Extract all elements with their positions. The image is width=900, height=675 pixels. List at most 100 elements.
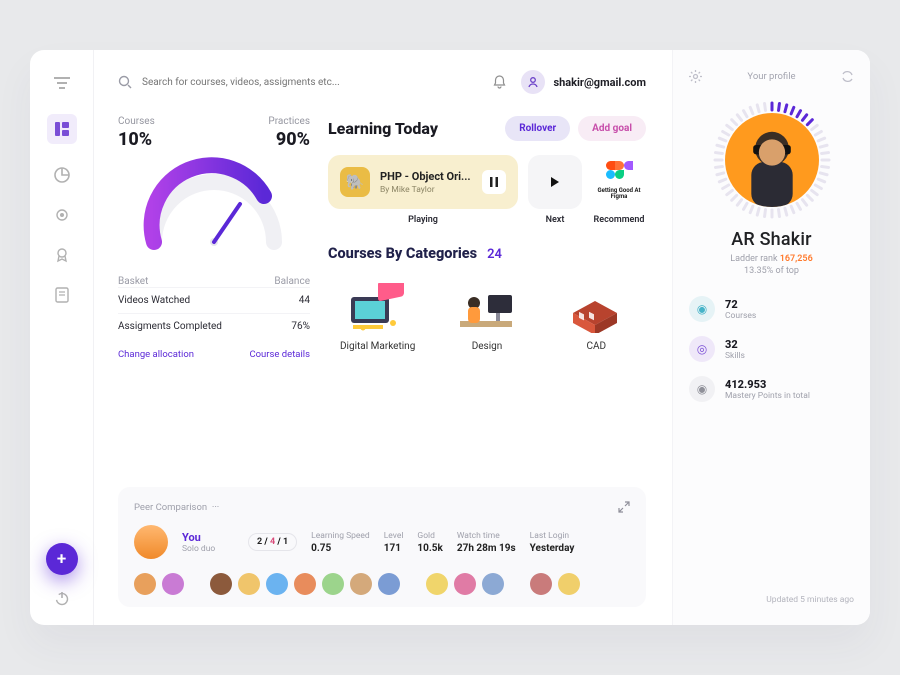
stat-value: Yesterday <box>530 543 575 554</box>
profile-stat-mastery: ◉ 412.953Mastery Points in total <box>689 376 854 402</box>
category-illustration <box>336 280 419 335</box>
stat-label: Watch time <box>457 531 516 541</box>
profile-avatar <box>725 113 819 207</box>
nav-focus[interactable] <box>53 206 71 224</box>
play-icon <box>551 177 559 187</box>
balance-label: Balance <box>274 276 310 287</box>
record-chip: 2 / 4 / 1 <box>248 533 297 551</box>
profile-avatar-ring <box>713 101 831 219</box>
nav-dashboard[interactable] <box>47 114 77 144</box>
playing-status: Playing <box>328 215 518 225</box>
peer-avatar[interactable] <box>210 573 232 595</box>
user-email: shakir@gmail.com <box>553 76 646 89</box>
dot-icon: ◉ <box>689 376 715 402</box>
learning-today-title: Learning Today <box>328 119 438 138</box>
power-icon[interactable] <box>53 589 71 607</box>
peer-more-icon[interactable]: ··· <box>212 502 219 513</box>
peer-avatars <box>134 573 630 595</box>
stat-label: Gold <box>417 531 442 541</box>
recommend-card[interactable]: Getting Good At Figma <box>592 155 646 201</box>
peer-avatar[interactable] <box>558 573 580 595</box>
peer-avatar[interactable] <box>530 573 552 595</box>
stat-label: Last Login <box>530 531 575 541</box>
search-icon <box>118 75 132 89</box>
category-illustration <box>445 280 528 335</box>
stat-value: 10.5k <box>417 543 442 554</box>
courses-label: Courses <box>118 116 155 127</box>
stat-label: Skills <box>725 351 745 361</box>
stat-label: Assigments Completed <box>118 321 222 332</box>
stat-value: 76% <box>291 321 310 332</box>
recommend-status: Recommend <box>592 215 646 225</box>
cat-icon: ◉ <box>689 296 715 322</box>
pause-button[interactable] <box>482 170 506 194</box>
you-sub: Solo duo <box>182 544 234 554</box>
peer-avatar[interactable] <box>322 573 344 595</box>
peer-avatar[interactable] <box>350 573 372 595</box>
nav-archive[interactable] <box>53 286 71 304</box>
notifications-button[interactable] <box>487 70 511 94</box>
stat-value: 44 <box>299 295 310 306</box>
category-card-cad[interactable]: CAD <box>547 272 646 360</box>
playing-author: By Mike Taylor <box>380 185 472 195</box>
search-input[interactable] <box>142 77 477 88</box>
user-chip[interactable]: shakir@gmail.com <box>521 70 646 94</box>
stat-value: 412.953 <box>725 378 810 391</box>
peer-avatar[interactable] <box>482 573 504 595</box>
nav-analytics[interactable] <box>53 166 71 184</box>
peer-avatar[interactable] <box>454 573 476 595</box>
basket-label: Basket <box>118 276 148 287</box>
profile-stat-skills: ◎ 32Skills <box>689 336 854 362</box>
peer-avatar[interactable] <box>238 573 260 595</box>
figma-icon <box>604 155 634 185</box>
category-illustration <box>555 280 638 335</box>
stat-value: 32 <box>725 338 745 351</box>
expand-icon[interactable] <box>618 501 630 513</box>
peer-avatar[interactable] <box>162 573 184 595</box>
category-label: CAD <box>555 341 638 352</box>
categories-count: 24 <box>487 247 502 262</box>
nav-rail: + <box>30 50 94 625</box>
you-avatar <box>134 525 168 559</box>
playing-card[interactable]: 🐘 PHP - Object Ori... By Mike Taylor <box>328 155 518 209</box>
peer-avatar[interactable] <box>294 573 316 595</box>
recommend-title: Getting Good At Figma <box>592 188 646 201</box>
settings-icon[interactable] <box>689 70 702 83</box>
stat-label: Learning Speed <box>311 531 370 541</box>
add-button[interactable]: + <box>46 543 78 575</box>
category-card-design[interactable]: Design <box>437 272 536 360</box>
peer-comparison-panel: Peer Comparison ··· You Solo duo 2 / 4 /… <box>118 487 646 607</box>
progress-gauge <box>118 156 310 256</box>
profile-name: AR Shakir <box>689 229 854 250</box>
rollover-button[interactable]: Rollover <box>505 116 570 141</box>
add-goal-button[interactable]: Add goal <box>578 116 646 141</box>
target-icon: ◎ <box>689 336 715 362</box>
course-details-link[interactable]: Course details <box>249 349 310 360</box>
peer-avatar[interactable] <box>378 573 400 595</box>
peer-avatar[interactable] <box>134 573 156 595</box>
stat-label: Level <box>384 531 404 541</box>
peer-avatar[interactable] <box>426 573 448 595</box>
stat-label: Mastery Points in total <box>725 391 810 401</box>
profile-header-label: Your profile <box>747 71 795 82</box>
user-avatar-icon <box>521 70 545 94</box>
menu-icon[interactable] <box>53 74 71 92</box>
category-label: Digital Marketing <box>336 341 419 352</box>
updated-label: Updated 5 minutes ago <box>689 595 854 605</box>
you-label: You <box>182 531 234 544</box>
next-card[interactable] <box>528 155 582 209</box>
nav-awards[interactable] <box>53 246 71 264</box>
stat-value: 171 <box>384 543 404 554</box>
topbar: shakir@gmail.com <box>118 70 646 94</box>
peer-avatar[interactable] <box>266 573 288 595</box>
practices-label: Practices <box>268 116 310 127</box>
php-icon: 🐘 <box>340 167 370 197</box>
profile-top-pct: 13.35% of top <box>689 266 854 276</box>
playing-title: PHP - Object Ori... <box>380 170 472 183</box>
profile-rank: Ladder rank 167,256 <box>689 254 854 264</box>
refresh-icon[interactable] <box>841 70 854 83</box>
stat-row: Videos Watched 44 <box>118 287 310 313</box>
stat-value: 27h 28m 19s <box>457 543 516 554</box>
change-allocation-link[interactable]: Change allocation <box>118 349 194 360</box>
category-card-marketing[interactable]: Digital Marketing <box>328 272 427 360</box>
